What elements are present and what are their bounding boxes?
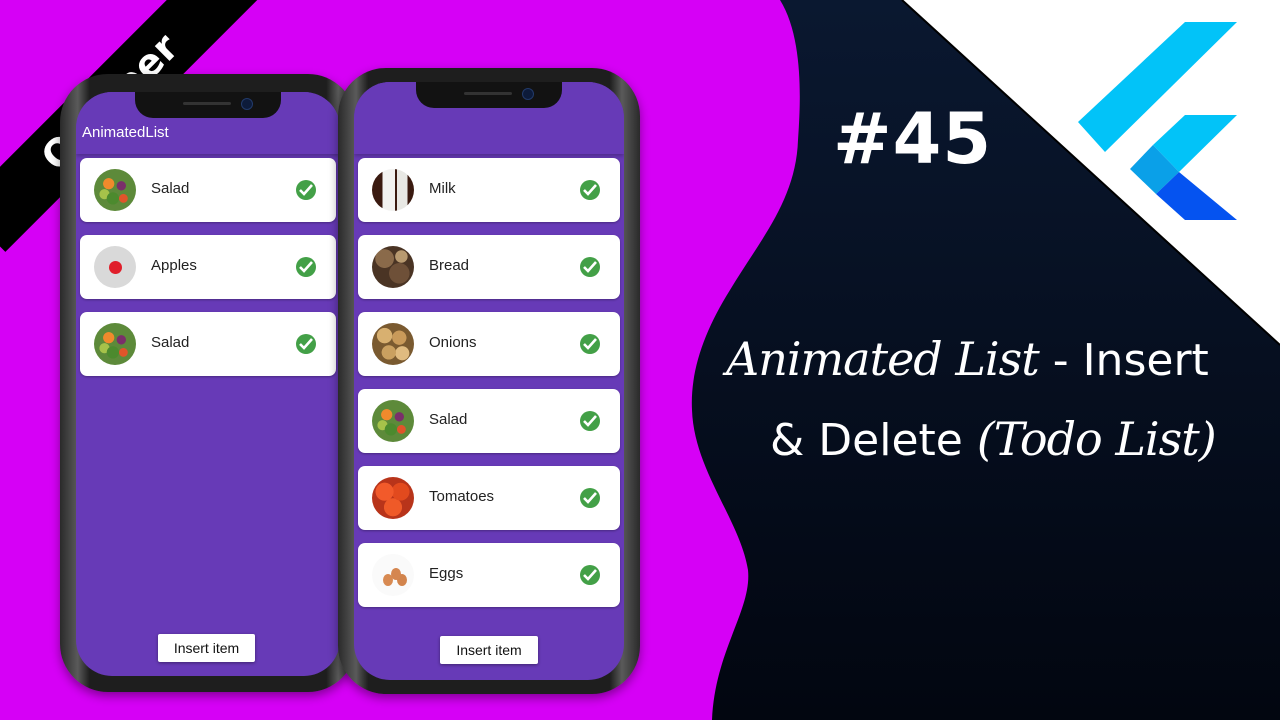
item-label: Salad	[151, 334, 190, 351]
list-item[interactable]: Eggs	[358, 543, 620, 607]
camera-icon	[241, 98, 253, 110]
check-circle-icon[interactable]	[580, 334, 600, 354]
apple-image	[94, 246, 136, 288]
item-label: Apples	[151, 257, 197, 274]
check-circle-icon[interactable]	[296, 180, 316, 200]
notch	[135, 92, 281, 118]
item-label: Bread	[429, 257, 470, 274]
item-label: Salad	[429, 411, 468, 428]
list-item[interactable]: Bread	[358, 235, 620, 299]
item-label: Salad	[151, 180, 190, 197]
title-script-part: (Todo List)	[976, 412, 1217, 466]
list-item[interactable]: Onions	[358, 312, 620, 376]
item-label: Eggs	[429, 565, 464, 582]
check-circle-icon[interactable]	[580, 180, 600, 200]
title-plain-part: - Insert	[1038, 335, 1209, 386]
onion-image	[372, 323, 414, 365]
list-item[interactable]: Salad	[80, 158, 336, 222]
salad-image	[372, 400, 414, 442]
notch	[416, 82, 562, 108]
check-circle-icon[interactable]	[296, 257, 316, 277]
salad-image	[94, 169, 136, 211]
item-label: Onions	[429, 334, 477, 351]
list-item[interactable]: Salad	[80, 312, 336, 376]
app-bar-title: AnimatedList	[82, 124, 169, 141]
insert-item-button[interactable]: Insert item	[440, 636, 538, 664]
flutter-logo-icon	[1078, 22, 1237, 220]
phone-right-screen: Milk Bread Onions Salad Tomatoes Eggs In…	[354, 82, 624, 680]
title-line-1: Animated List - Insert	[726, 332, 1209, 386]
title-script-part: Animated List	[726, 332, 1040, 386]
item-label: Tomatoes	[429, 488, 495, 505]
camera-icon	[522, 88, 534, 100]
title-plain-part: & Delete	[770, 415, 977, 466]
check-circle-icon[interactable]	[296, 334, 316, 354]
check-circle-icon[interactable]	[580, 488, 600, 508]
phone-left-screen: AnimatedList Salad Apples Salad Insert i…	[76, 92, 340, 676]
phone-left: AnimatedList Salad Apples Salad Insert i…	[60, 74, 356, 692]
item-label: Milk	[429, 180, 456, 197]
episode-number: #45	[833, 98, 993, 180]
check-circle-icon[interactable]	[580, 565, 600, 585]
list-item[interactable]: Apples	[80, 235, 336, 299]
list-item[interactable]: Tomatoes	[358, 466, 620, 530]
bread-image	[372, 246, 414, 288]
salad-image	[94, 323, 136, 365]
insert-item-button[interactable]: Insert item	[158, 634, 255, 662]
tomato-image	[372, 477, 414, 519]
milk-image	[372, 169, 414, 211]
check-circle-icon[interactable]	[580, 411, 600, 431]
check-circle-icon[interactable]	[580, 257, 600, 277]
eggs-image	[372, 554, 414, 596]
list-item[interactable]: Salad	[358, 389, 620, 453]
phone-right: Milk Bread Onions Salad Tomatoes Eggs In…	[338, 68, 640, 694]
list-item[interactable]: Milk	[358, 158, 620, 222]
title-line-2: & Delete (Todo List)	[770, 412, 1217, 466]
